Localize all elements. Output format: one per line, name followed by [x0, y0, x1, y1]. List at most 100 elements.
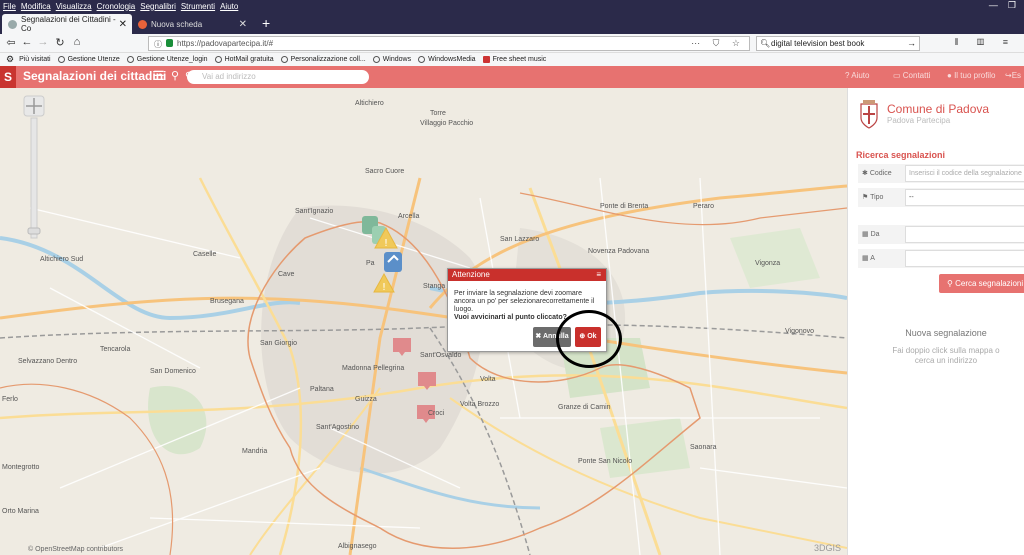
library-sidebar-icons[interactable]: ⫴ ▥ ≡ [955, 37, 1016, 48]
bookmark-item[interactable]: Gestione Utenze [57, 56, 120, 63]
cerca-segnalazioni-button[interactable]: ⚲ Cerca segnalazioni [939, 274, 1024, 293]
place-label: Peraro [693, 203, 715, 210]
forward-icon[interactable]: → [36, 36, 50, 48]
menu-icon[interactable]: ☰ [153, 68, 165, 84]
url-bar[interactable]: ⓘ https://padovapartecipa.it/# ⋯ ⛉ ☆ [148, 36, 750, 51]
address-search-input[interactable]: ⚲ Vai ad indirizzo [185, 70, 369, 84]
menu-segnalibri[interactable]: Segnalibri [140, 2, 176, 11]
search-section-title: Ricerca segnalazioni [856, 150, 946, 160]
place-label: Volta [480, 376, 496, 383]
bookmark-item[interactable]: Free sheet music [482, 56, 546, 63]
tipo-label-text: Tipo [870, 194, 884, 201]
a-date-input[interactable] [905, 250, 1024, 267]
aiuto-link[interactable]: ? Aiuto [845, 71, 869, 80]
place-label: Vigonovo [785, 328, 815, 335]
firefox-icon [138, 19, 147, 29]
globe-icon [214, 56, 222, 63]
location-pin-icon[interactable]: ⚲ [171, 69, 179, 82]
tab-label: Segnalazioni dei Cittadini - Co [21, 15, 116, 33]
reload-icon[interactable]: ↻ [53, 36, 67, 49]
place-label: Pa [366, 260, 375, 267]
globe-icon [280, 56, 288, 63]
page-actions-icon[interactable]: ⋯ ⛉ ☆ [691, 37, 745, 50]
codice-input[interactable]: Inserisci il codice della segnalazione [905, 165, 1024, 182]
bookmark-label: WindowsMedia [428, 56, 476, 63]
menu-strumenti[interactable]: Strumenti [181, 2, 215, 11]
url-text: https://padovapartecipa.it/# [177, 39, 274, 48]
bookmark-item[interactable]: Più visitati [19, 56, 51, 63]
bookmark-label: Windows [382, 56, 412, 63]
codice-label: ✱ Codice [862, 170, 892, 177]
new-tab-button[interactable]: + [262, 14, 270, 34]
music-icon [482, 56, 490, 63]
menu-visualizza[interactable]: Visualizza [56, 2, 92, 11]
bookmark-item[interactable]: Windows [372, 56, 412, 63]
bookmark-item[interactable]: HotMail gratuita [214, 56, 274, 63]
map-canvas[interactable]: ! ! Altichiero Torre Villaggio Pacchio S… [0, 88, 847, 555]
place-label: San Domenico [150, 368, 196, 375]
tipo-value: -- [909, 194, 914, 201]
tipo-label: ⚑ Tipo [862, 194, 884, 201]
bookmark-label: HotMail gratuita [224, 56, 274, 63]
globe-icon [418, 56, 426, 63]
app-header: S Segnalazioni dei cittadini ☰ ⚲ ⚲ Vai a… [0, 66, 1024, 88]
da-label-text: Da [870, 231, 880, 238]
browser-menubar: File Modifica Visualizza Cronologia Segn… [0, 0, 1024, 12]
place-label: Brusegana [210, 298, 244, 305]
back-icon[interactable]: ⇦ [4, 36, 18, 49]
window-controls[interactable]: — ❐ [989, 0, 1016, 11]
go-arrow-icon[interactable]: → [907, 37, 916, 50]
calendar-icon: ▦ A [862, 255, 875, 262]
place-label: Croci [428, 410, 445, 417]
menu-modifica[interactable]: Modifica [21, 2, 51, 11]
place-label: Altichiero Sud [40, 256, 84, 263]
dialog-header: Attenzione ≡ [448, 269, 606, 281]
settings-icon[interactable]: ⚙ [6, 54, 14, 65]
bookmarks-bar: ⚙ Più visitati Gestione Utenze Gestione … [0, 53, 1024, 66]
logout-link[interactable]: ↪Es [1005, 71, 1021, 80]
place-label: Novenza Padovana [588, 248, 650, 255]
tab-bar: Segnalazioni dei Cittadini - Co ✕ Nuova … [0, 12, 1024, 34]
place-label: Ferlo [2, 396, 18, 403]
menu-file[interactable]: File [3, 2, 16, 11]
map-attribution[interactable]: © OpenStreetMap contributors [28, 546, 123, 553]
place-label: Volta Brozzo [460, 401, 500, 408]
app-logo[interactable]: S [0, 66, 16, 88]
da-date-input[interactable] [905, 226, 1024, 243]
tab-nuova-scheda[interactable]: Nuova scheda ✕ [132, 14, 252, 34]
place-label: Sacro Cuore [365, 168, 405, 175]
globe-icon [126, 56, 134, 63]
search-bar[interactable]: 🔍︎ digital television best book → [756, 36, 920, 51]
place-label: Saonara [690, 444, 717, 451]
navigation-bar: ⇦ ← → ↻ ⌂ ⓘ https://padovapartecipa.it/#… [0, 34, 1024, 53]
cerca-label: Cerca segnalazioni [955, 279, 1024, 288]
dialog-menu-icon[interactable]: ≡ [596, 269, 601, 281]
home-icon[interactable]: ⌂ [70, 36, 84, 48]
bookmark-label: Più visitati [19, 56, 51, 63]
place-label: Sant'Agostino [316, 424, 359, 431]
place-label: Granze di Camin [558, 404, 611, 411]
place-label: Cave [278, 271, 295, 278]
codice-placeholder: Inserisci il codice della segnalazione [909, 170, 1022, 177]
highlight-circle [556, 310, 622, 368]
tipo-select[interactable]: -- [905, 189, 1024, 206]
back-button-icon[interactable]: ← [20, 36, 34, 48]
contatti-label: Contatti [902, 71, 931, 80]
close-icon[interactable]: ✕ [239, 19, 247, 30]
info-icon[interactable]: ⓘ [154, 38, 162, 51]
bookmark-item[interactable]: Gestione Utenze_login [126, 56, 208, 63]
menu-aiuto[interactable]: Aiuto [220, 2, 238, 11]
place-label: Ponte di Brenta [600, 203, 649, 210]
search-side-panel: Comune di Padova Padova Partecipa Ricerc… [847, 88, 1024, 555]
search-icon: ⚲ [185, 71, 193, 82]
menu-cronologia[interactable]: Cronologia [97, 2, 136, 11]
bookmark-item[interactable]: WindowsMedia [418, 56, 476, 63]
tab-segnalazioni[interactable]: Segnalazioni dei Cittadini - Co ✕ [2, 14, 132, 34]
contatti-link[interactable]: ▭ Contatti [893, 71, 930, 80]
nuova-segnalazione-hint: Fai doppio click sulla mappa o cerca un … [892, 346, 1000, 365]
bookmark-item[interactable]: Personalizzazione coll... [280, 56, 366, 63]
place-label: Sant'Osvaldo [420, 352, 462, 359]
profile-link[interactable]: ● Il tuo profilo [947, 71, 995, 80]
app-title[interactable]: Segnalazioni dei cittadini [23, 69, 166, 83]
close-icon[interactable]: ✕ [119, 19, 127, 30]
